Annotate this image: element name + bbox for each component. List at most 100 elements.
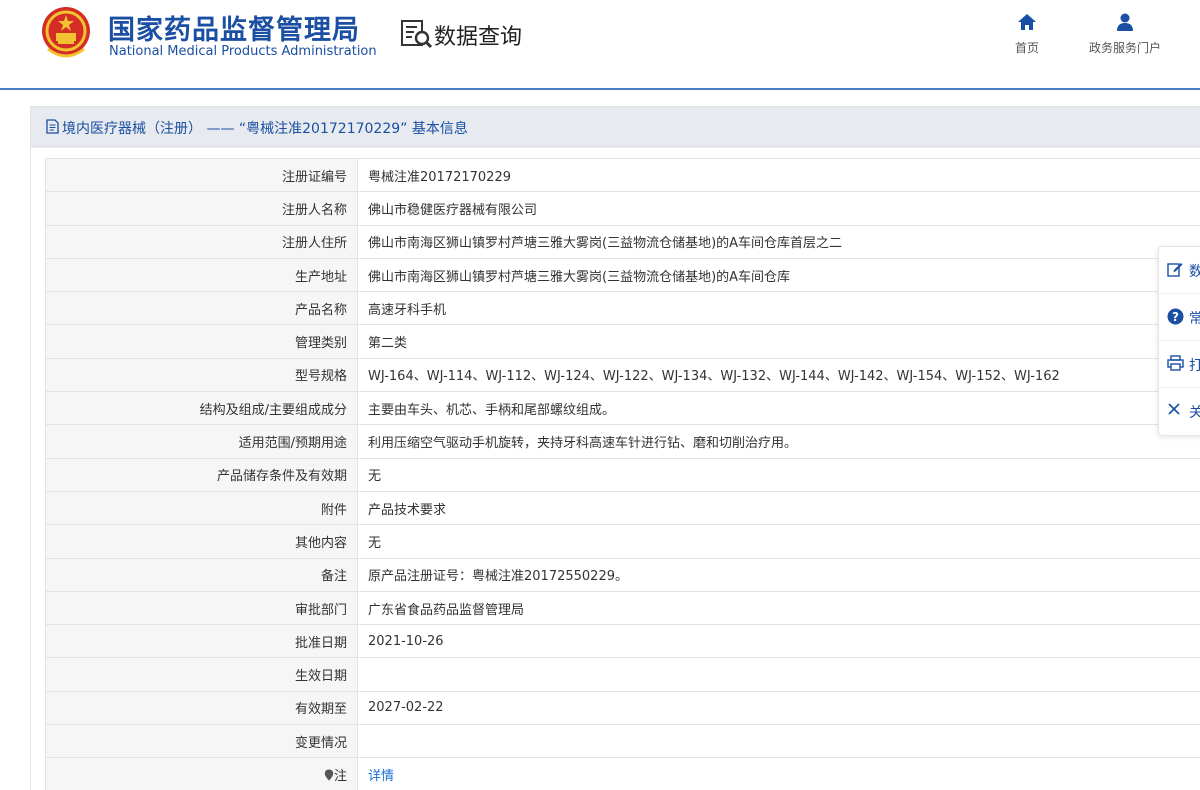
field-value: 主要由车头、机芯、手柄和尾部螺纹组成。 [357, 391, 1200, 426]
side-button-print-label: 打 [1189, 358, 1200, 374]
field-label: 管理类别 [45, 324, 358, 359]
field-value: 原产品注册证号：粤械注准20172550229。 [357, 557, 1200, 592]
detail-panel: 境内医疗器械（注册） —— “粤械注准20172170229” 基本信息 注册证… [30, 106, 1200, 790]
field-label-text: 备注 [320, 569, 347, 585]
nav-service-portal[interactable]: 政务服务门户 [1078, 12, 1172, 56]
table-row: 批准日期 2021-10-26 [45, 624, 1200, 659]
field-value-text: 2027-02-22 [368, 700, 444, 716]
field-label-text: 注 [333, 768, 347, 784]
field-label-text: 审批部门 [294, 602, 347, 618]
field-value: 利用压缩空气驱动手机旋转，夹持牙科高速车针进行钻、磨和切削治疗用。 [357, 424, 1200, 459]
field-value-text: 第二类 [368, 336, 408, 352]
print-icon [1167, 355, 1184, 371]
home-icon [1018, 14, 1036, 30]
field-value: 第二类 [357, 324, 1200, 359]
field-value: WJ-164、WJ-114、WJ-112、WJ-124、WJ-122、WJ-13… [357, 357, 1200, 393]
field-label: 变更情况 [45, 724, 358, 759]
field-value: 2021-10-26 [357, 624, 1200, 659]
field-label: 注册人名称 [45, 191, 358, 226]
field-label-text: 管理类别 [294, 336, 347, 352]
field-label: 批准日期 [45, 624, 358, 659]
field-label-text: 注册证编号 [281, 169, 347, 185]
table-row: 审批部门 广东省食品药品监督管理局 [45, 590, 1200, 626]
field-value-text: 粤械注准20172170229 [368, 169, 511, 185]
field-label: 适用范围/预期用途 [45, 424, 358, 459]
field-label-text: 注册人住所 [281, 236, 347, 252]
field-label: 生产地址 [45, 257, 358, 293]
table-row: 生产地址 佛山市南海区狮山镇罗村芦塘三雅大雾岗(三益物流仓储基地)的A车间仓库 [45, 257, 1200, 293]
field-label: 生效日期 [45, 657, 358, 692]
field-value-text: 利用压缩空气驱动手机旋转，夹持牙科高速车针进行钻、磨和切削治疗用。 [368, 436, 798, 452]
field-value-text: 无 [368, 469, 382, 485]
side-button-print[interactable]: 打 [1159, 341, 1200, 388]
user-icon [1117, 13, 1133, 31]
document-icon [46, 119, 59, 134]
nav-home[interactable]: 首页 [1005, 12, 1049, 56]
data-query-icon [401, 20, 433, 49]
field-label-text: 其他内容 [294, 535, 347, 551]
field-value: 2027-02-22 [357, 690, 1200, 726]
registration-info-table: 注册证编号 粤械注准20172170229 注册人名称 佛山市稳健医疗器械有限公司 注册… [45, 157, 1200, 790]
header-divider [0, 88, 1200, 90]
field-value: 产品技术要求 [357, 490, 1200, 526]
field-label: 产品储存条件及有效期 [45, 457, 358, 492]
panel-title: 境内医疗器械（注册） —— “粤械注准20172170229” 基本信息 [62, 121, 468, 137]
nav-home-label: 首页 [1014, 41, 1039, 55]
table-row: 注册人名称 佛山市稳健医疗器械有限公司 [45, 191, 1200, 226]
side-button-faq[interactable]: ? 常 [1159, 294, 1200, 341]
field-value-text: 主要由车头、机芯、手柄和尾部螺纹组成。 [368, 402, 616, 418]
field-label-text: 适用范围/预期用途 [238, 436, 347, 452]
field-value: 粤械注准20172170229 [357, 157, 1200, 193]
field-value-text: 广东省食品药品监督管理局 [368, 602, 525, 618]
field-label-text: 生产地址 [294, 269, 347, 285]
field-label-text: 变更情况 [294, 735, 347, 751]
close-icon [1168, 403, 1180, 415]
field-value-text: 产品技术要求 [368, 502, 447, 518]
field-label-text: 有效期至 [294, 702, 347, 718]
field-label: 结构及组成/主要组成成分 [45, 391, 358, 426]
table-row: 注册人住所 佛山市南海区狮山镇罗村芦塘三雅大雾岗(三益物流仓储基地)的A车间仓库首… [45, 224, 1200, 259]
field-value: 详情 [357, 757, 1200, 790]
panel-body: 注册证编号 粤械注准20172170229 注册人名称 佛山市稳健医疗器械有限公司 注册… [31, 148, 1200, 790]
field-label: 注册人住所 [45, 224, 358, 259]
field-value: 佛山市南海区狮山镇罗村芦塘三雅大雾岗(三益物流仓储基地)的A车间仓库 [357, 257, 1200, 293]
field-value [357, 657, 1200, 692]
field-value: 高速牙科手机 [357, 291, 1200, 326]
side-toolbar: 数 ? 常 打 关 [1158, 246, 1200, 436]
field-value-text: 佛山市南海区狮山镇罗村芦塘三雅大雾岗(三益物流仓储基地)的A车间仓库 [368, 269, 791, 285]
field-label-text: 型号规格 [294, 369, 347, 385]
table-row: 注 详情 [45, 757, 1200, 790]
field-value [357, 724, 1200, 759]
side-button-faq-label: 常 [1189, 311, 1200, 327]
field-label: 审批部门 [45, 590, 358, 626]
nav-service-portal-label: 政务服务门户 [1088, 41, 1161, 55]
edit-icon [1167, 263, 1183, 277]
table-row: 结构及组成/主要组成成分 主要由车头、机芯、手柄和尾部螺纹组成。 [45, 391, 1200, 426]
data-query-title: 数据查询 [434, 25, 523, 50]
table-row: 产品储存条件及有效期 无 [45, 457, 1200, 492]
field-label-text: 批准日期 [294, 635, 347, 651]
agency-name-en: National Medical Products Administration [109, 44, 377, 59]
panel-header: 境内医疗器械（注册） —— “粤械注准20172170229” 基本信息 [31, 107, 1200, 147]
table-row: 附件 产品技术要求 [45, 490, 1200, 526]
field-label: 附件 [45, 490, 358, 526]
side-button-close[interactable]: 关 [1159, 388, 1200, 435]
pin-icon [324, 769, 334, 781]
field-value-text: 原产品注册证号：粤械注准20172550229。 [368, 569, 628, 585]
field-value-text: 佛山市稳健医疗器械有限公司 [368, 202, 538, 218]
details-link[interactable]: 详情 [368, 769, 394, 784]
side-button-data[interactable]: 数 [1159, 247, 1200, 294]
field-label: 备注 [45, 557, 358, 592]
field-value: 佛山市南海区狮山镇罗村芦塘三雅大雾岗(三益物流仓储基地)的A车间仓库首层之二 [357, 224, 1200, 259]
table-row: 其他内容 无 [45, 524, 1200, 559]
field-label: 其他内容 [45, 524, 358, 559]
table-row: 管理类别 第二类 [45, 324, 1200, 359]
table-row: 备注 原产品注册证号：粤械注准20172550229。 [45, 557, 1200, 592]
table-row: 有效期至 2027-02-22 [45, 690, 1200, 726]
field-value: 佛山市稳健医疗器械有限公司 [357, 191, 1200, 226]
agency-name-cn: 国家药品监督管理局 [108, 15, 360, 46]
field-label-text: 注册人名称 [281, 202, 347, 218]
table-row: 型号规格 WJ-164、WJ-114、WJ-112、WJ-124、WJ-122、W… [45, 357, 1200, 393]
field-label-text: 附件 [320, 502, 347, 518]
national-emblem-icon [42, 7, 90, 58]
